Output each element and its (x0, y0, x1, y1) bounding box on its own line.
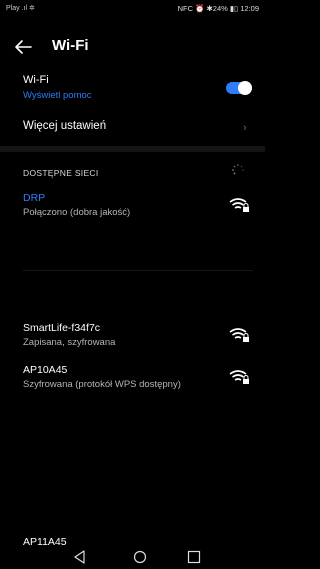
network-item-smartlife[interactable]: SmartLife-f34f7c Zapisana, szyfrowana (0, 322, 265, 358)
header: Wi-Fi (0, 30, 265, 64)
wifi-toggle-row[interactable]: Wi-Fi Wyświetl pomoc (0, 70, 265, 106)
status-left: Play .ıl ✲ (6, 5, 35, 12)
network-name: SmartLife-f34f7c (23, 322, 101, 334)
network-item-ap10a45[interactable]: AP10A45 Szyfrowana (protokół WPS dostępn… (0, 364, 265, 400)
nav-back-icon[interactable] (70, 548, 90, 566)
status-right: NFC ⏰ ✱24% ▮▯ 12:09 (177, 4, 259, 13)
navigation-bar (0, 546, 265, 569)
network-status: Zapisana, szyfrowana (23, 337, 116, 348)
section-divider (0, 146, 265, 152)
back-arrow-icon[interactable] (8, 32, 38, 62)
page-title: Wi-Fi (52, 37, 89, 54)
list-divider (23, 270, 253, 271)
network-name: AP10A45 (23, 364, 68, 376)
network-status: Połączono (dobra jakość) (23, 207, 131, 218)
help-link[interactable]: Wyświetl pomoc (23, 90, 92, 101)
nav-recents-icon[interactable] (184, 548, 204, 566)
network-item-drp[interactable]: DRP Połączono (dobra jakość) (0, 192, 265, 228)
wifi-lock-icon (229, 370, 249, 384)
wifi-toggle[interactable] (226, 81, 252, 95)
wifi-label: Wi-Fi (23, 74, 49, 86)
network-status: Szyfrowana (protokół WPS dostępny) (23, 379, 181, 390)
more-settings-row[interactable]: Więcej ustawień › (0, 116, 265, 140)
section-title: DOSTĘPNE SIECI (23, 168, 99, 178)
wifi-lock-icon (229, 198, 249, 212)
chevron-right-icon: › (243, 122, 247, 134)
wifi-lock-icon (229, 328, 249, 342)
nav-home-icon[interactable] (130, 548, 150, 566)
more-settings-label: Więcej ustawień (23, 120, 107, 132)
toggle-knob (238, 81, 252, 95)
network-name: DRP (23, 192, 46, 204)
status-bar: Play .ıl ✲ NFC ⏰ ✱24% ▮▯ 12:09 (0, 0, 265, 18)
spinner-icon (232, 164, 244, 175)
